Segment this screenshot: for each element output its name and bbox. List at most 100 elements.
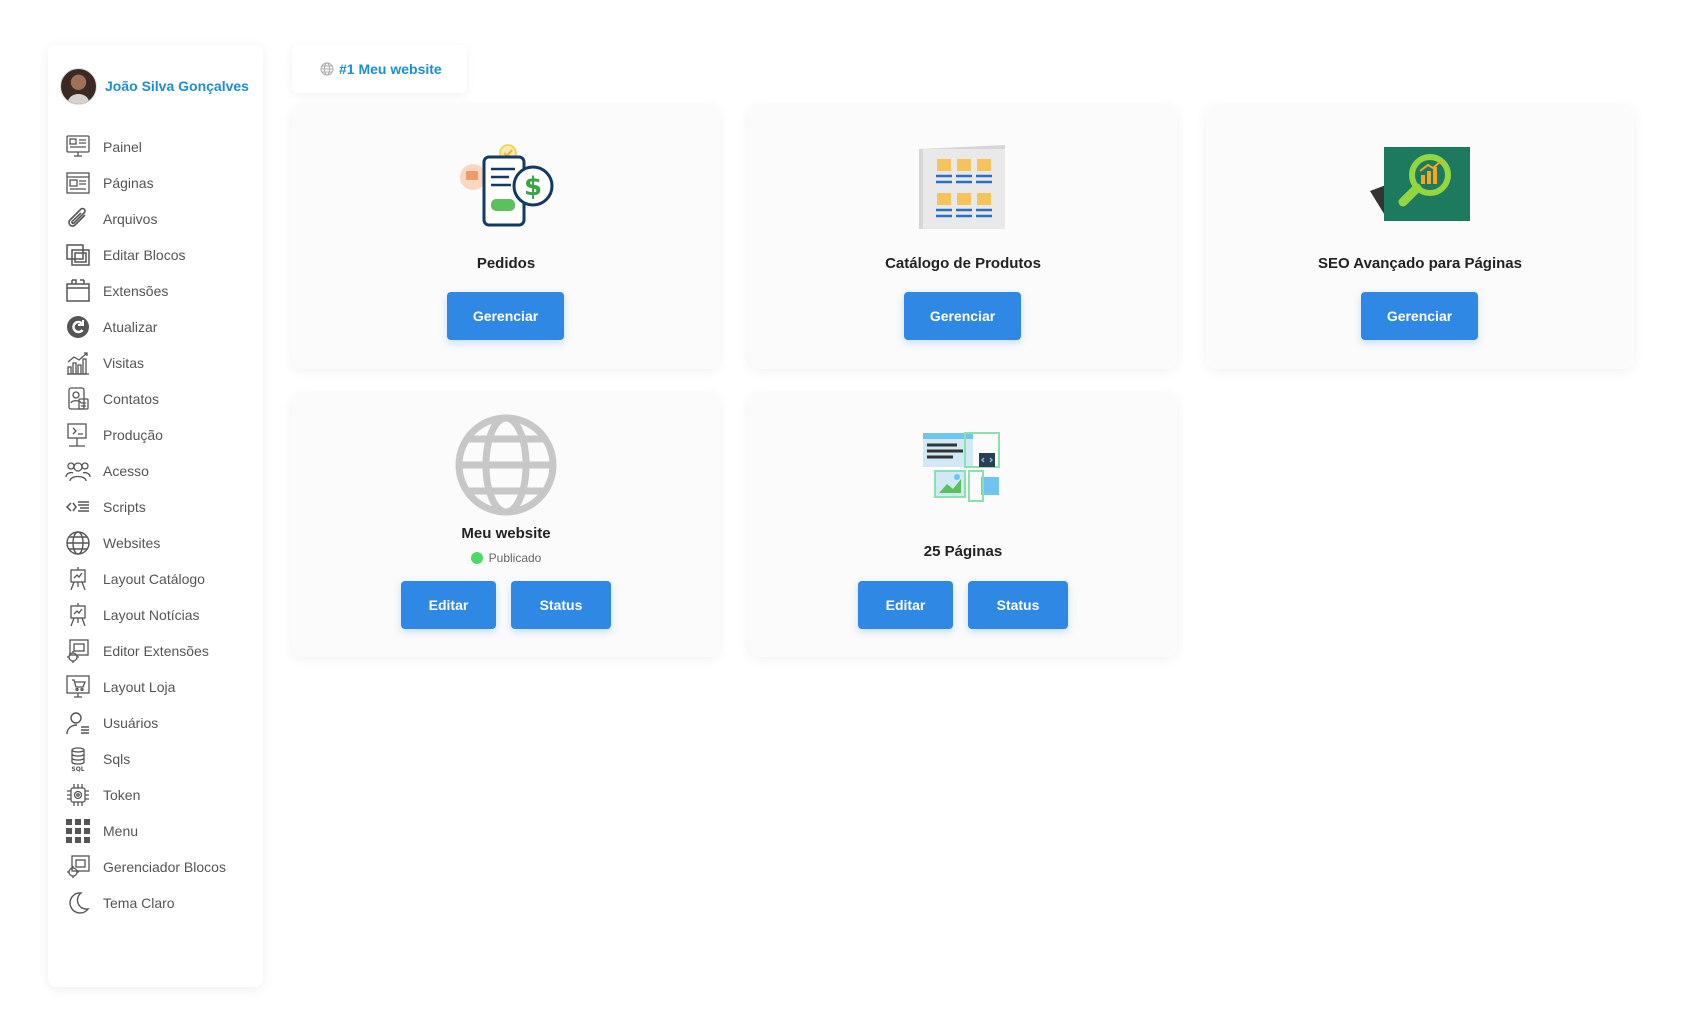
sidebar-item-label: Tema Claro xyxy=(103,895,175,911)
sidebar-item-label: Usuários xyxy=(103,715,159,731)
edit-button[interactable]: Editar xyxy=(401,581,496,629)
sidebar-item-label: Editar Blocos xyxy=(103,247,186,263)
sidebar-item-label: Painel xyxy=(103,139,142,155)
pages-icon xyxy=(65,170,91,196)
user-list-icon xyxy=(65,710,91,736)
sidebar-item-label: Produção xyxy=(103,427,163,443)
sidebar-item-contatos[interactable]: Contatos xyxy=(48,381,263,417)
code-icon xyxy=(65,494,91,520)
sidebar-item-visitas[interactable]: Visitas xyxy=(48,345,263,381)
status-button[interactable]: Status xyxy=(968,581,1068,629)
paperclip-icon xyxy=(65,206,91,232)
sidebar-item-label: Gerenciador Blocos xyxy=(103,859,226,875)
sidebar-item-label: Arquivos xyxy=(103,211,158,227)
sidebar-item-layout-catalogo[interactable]: Layout Catálogo xyxy=(48,561,263,597)
sidebar-item-acesso[interactable]: Acesso xyxy=(48,453,263,489)
grid-icon xyxy=(65,818,91,844)
sidebar: João Silva Gonçalves Painel Páginas Arqu… xyxy=(48,45,263,987)
globe-icon xyxy=(320,62,334,76)
card-pedidos: $ Pedidos Gerenciar xyxy=(292,105,720,369)
svg-text:SQL: SQL xyxy=(71,766,84,772)
gear-blocks-icon xyxy=(65,854,91,880)
sidebar-item-label: Extensões xyxy=(103,283,169,299)
sidebar-item-paginas[interactable]: Páginas xyxy=(48,165,263,201)
sidebar-item-label: Acesso xyxy=(103,463,149,479)
seo-search-icon xyxy=(1370,147,1470,221)
sidebar-item-extensoes[interactable]: Extensões xyxy=(48,273,263,309)
status-dot xyxy=(470,552,483,564)
sidebar-item-label: Visitas xyxy=(103,355,144,371)
production-icon xyxy=(65,422,91,448)
card-title: SEO Avançado para Páginas xyxy=(1318,255,1522,272)
sidebar-item-label: Scripts xyxy=(103,499,146,515)
sidebar-item-label: Websites xyxy=(103,535,161,551)
sidebar-nav: Painel Páginas Arquivos Editar Blocos Ex… xyxy=(48,129,263,921)
sidebar-item-editar-blocos[interactable]: Editar Blocos xyxy=(48,237,263,273)
easel-icon xyxy=(65,602,91,628)
user-profile[interactable]: João Silva Gonçalves xyxy=(48,56,263,116)
sidebar-item-tema-claro[interactable]: Tema Claro xyxy=(48,885,263,921)
sidebar-item-usuarios[interactable]: Usuários xyxy=(48,705,263,741)
sidebar-item-layout-noticias[interactable]: Layout Notícias xyxy=(48,597,263,633)
card-title: Meu website xyxy=(461,525,551,542)
sidebar-item-label: Token xyxy=(103,787,141,803)
sidebar-item-websites[interactable]: Websites xyxy=(48,525,263,561)
card-paginas: 25 Páginas Editar Status xyxy=(749,393,1177,657)
sidebar-item-label: Editor Extensões xyxy=(103,643,209,659)
sidebar-item-label: Páginas xyxy=(103,175,154,191)
moon-icon xyxy=(65,890,91,916)
bar-chart-icon xyxy=(65,350,91,376)
card-meu-website: Meu website Publicado Editar Status xyxy=(292,393,720,657)
tab-website[interactable]: #1 Meu website xyxy=(292,45,467,93)
card-catalogo-produtos: Catálogo de Produtos Gerenciar xyxy=(749,105,1177,369)
sidebar-item-label: Atualizar xyxy=(103,319,158,335)
contacts-icon xyxy=(65,386,91,412)
extensions-icon xyxy=(65,278,91,304)
status-button[interactable]: Status xyxy=(511,581,611,629)
refresh-icon xyxy=(65,314,91,340)
sidebar-item-label: Layout Notícias xyxy=(103,607,200,623)
sidebar-item-producao[interactable]: Produção xyxy=(48,417,263,453)
tab-label: #1 Meu website xyxy=(339,61,442,77)
avatar xyxy=(60,67,97,105)
card-title: Catálogo de Produtos xyxy=(885,255,1041,272)
sidebar-item-menu[interactable]: Menu xyxy=(48,813,263,849)
chip-icon xyxy=(65,782,91,808)
sidebar-item-label: Menu xyxy=(103,823,139,839)
sidebar-item-arquivos[interactable]: Arquivos xyxy=(48,201,263,237)
cart-screen-icon xyxy=(65,674,91,700)
gerenciar-button[interactable]: Gerenciar xyxy=(904,292,1021,340)
sidebar-item-gerenciador-blocos[interactable]: Gerenciador Blocos xyxy=(48,849,263,885)
sidebar-item-painel[interactable]: Painel xyxy=(48,129,263,165)
database-icon: SQL xyxy=(65,746,91,772)
sidebar-item-label: Layout Loja xyxy=(103,679,176,695)
users-group-icon xyxy=(65,458,91,484)
web-pages-icon xyxy=(923,432,1000,502)
sidebar-item-label: Sqls xyxy=(103,751,131,767)
blocks-icon xyxy=(65,242,91,268)
sidebar-item-scripts[interactable]: Scripts xyxy=(48,489,263,525)
card-title: Pedidos xyxy=(476,255,536,272)
status-badge: Publicado xyxy=(292,551,720,565)
card-seo-avancado: SEO Avançado para Páginas Gerenciar xyxy=(1206,105,1634,369)
globe-icon xyxy=(455,414,557,516)
globe-icon xyxy=(65,530,91,556)
gear-blocks-icon xyxy=(65,638,91,664)
product-catalog-icon xyxy=(919,145,1005,229)
sidebar-item-label: Layout Catálogo xyxy=(103,571,205,587)
sidebar-item-sqls[interactable]: SQL Sqls xyxy=(48,741,263,777)
easel-icon xyxy=(65,566,91,592)
gerenciar-button[interactable]: Gerenciar xyxy=(447,292,564,340)
gerenciar-button[interactable]: Gerenciar xyxy=(1361,292,1478,340)
sidebar-item-editor-extensoes[interactable]: Editor Extensões xyxy=(48,633,263,669)
orders-payment-icon: $ xyxy=(460,144,554,227)
sidebar-item-label: Contatos xyxy=(103,391,160,407)
sidebar-item-token[interactable]: Token xyxy=(48,777,263,813)
dashboard-icon xyxy=(65,134,91,160)
svg-text:$: $ xyxy=(524,172,542,202)
sidebar-item-atualizar[interactable]: Atualizar xyxy=(48,309,263,345)
sidebar-item-layout-loja[interactable]: Layout Loja xyxy=(48,669,263,705)
edit-button[interactable]: Editar xyxy=(858,581,953,629)
user-name: João Silva Gonçalves xyxy=(105,78,249,94)
card-title: 25 Páginas xyxy=(923,543,1003,560)
